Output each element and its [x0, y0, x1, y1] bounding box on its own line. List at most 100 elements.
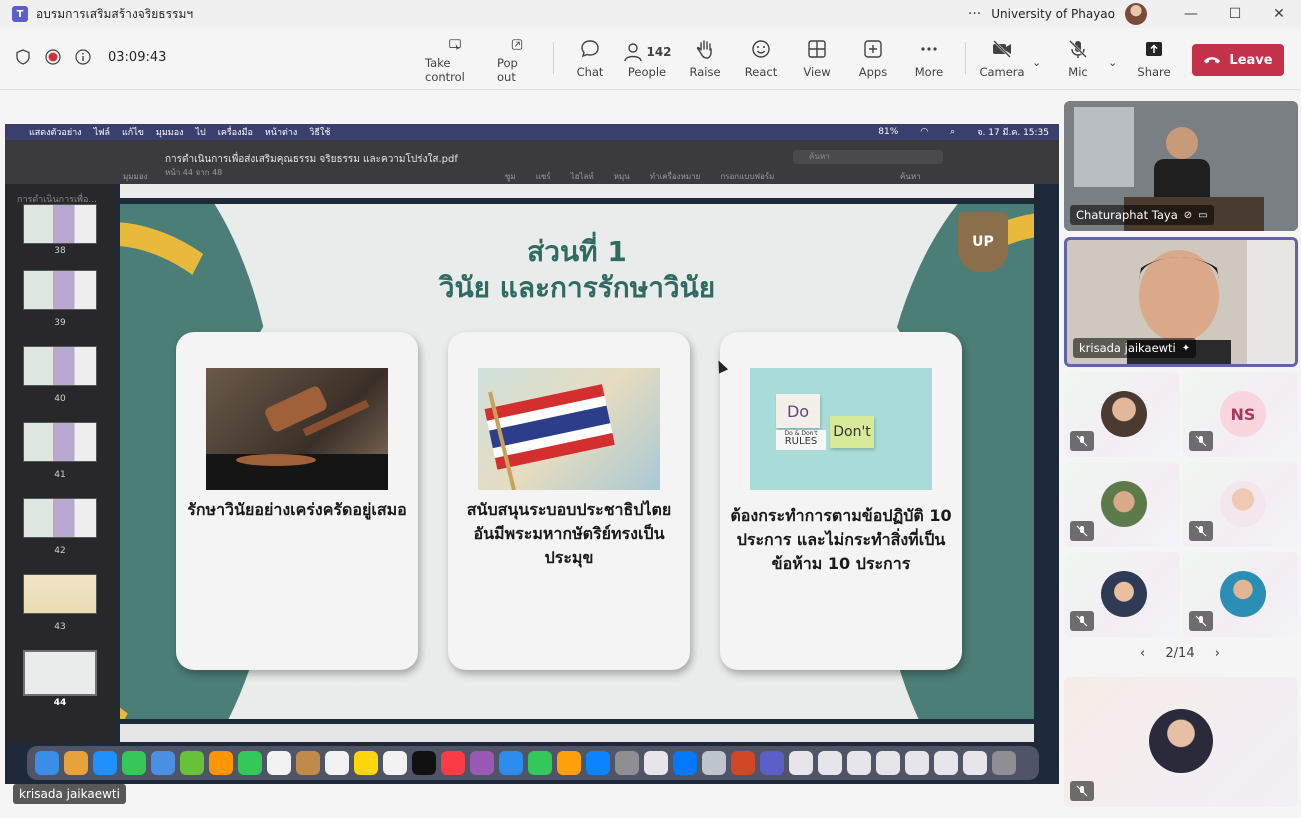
- chat-button[interactable]: Chat: [575, 38, 605, 84]
- settings-icon: [615, 751, 639, 775]
- shield-icon[interactable]: [14, 48, 32, 66]
- take-control-button[interactable]: Take control: [425, 38, 485, 84]
- pdf-tool-label: ทำเครื่องหมาย: [649, 172, 701, 181]
- shared-screen[interactable]: แสดงตัวอย่าง ไฟล์ แก้ไข มุมมอง ไป เครื่อ…: [5, 124, 1059, 784]
- mic-off-icon: [1070, 521, 1094, 541]
- wifi-icon: ◠: [920, 127, 929, 137]
- more-button[interactable]: More: [913, 38, 945, 84]
- participant-tile[interactable]: [1064, 462, 1180, 547]
- share-button[interactable]: Share: [1137, 38, 1171, 84]
- pop-out-button[interactable]: Pop out: [497, 38, 537, 84]
- card-text: ต้องกระทำการตามข้อปฏิบัติ 10 ประการ และไ…: [730, 506, 952, 573]
- document-icon: [847, 751, 871, 775]
- safari-icon: [93, 751, 117, 775]
- preview-icon: [644, 751, 668, 775]
- info-icon[interactable]: [74, 48, 92, 66]
- raise-hand-button[interactable]: Raise: [689, 38, 721, 84]
- mic-off-icon: [1070, 431, 1094, 451]
- participant-avatar: [1101, 391, 1147, 437]
- page-thumbnail: [23, 346, 97, 386]
- page-thumbnail: [23, 270, 97, 310]
- teams-icon: [760, 751, 784, 775]
- participant-name: krisada jaikaewti: [1079, 341, 1176, 355]
- camera-button[interactable]: Camera: [979, 38, 1025, 84]
- gallery-pager: ‹ 2/14 ›: [1140, 646, 1220, 661]
- mic-options-chevron-icon[interactable]: ⌄: [1108, 56, 1117, 69]
- contacts-icon: [296, 751, 320, 775]
- camera-off-icon: [993, 40, 1011, 58]
- take-control-icon: [449, 39, 461, 51]
- leave-label: Leave: [1229, 52, 1273, 68]
- people-button[interactable]: 142 People: [623, 38, 672, 84]
- self-view-tile[interactable]: [1064, 677, 1298, 807]
- reminders-icon: [325, 751, 349, 775]
- mac-menu-item: แก้ไข: [121, 128, 144, 138]
- slide-card: รักษาวินัยอย่างเคร่งครัดอยู่เสมอ: [176, 332, 418, 670]
- participant-tile[interactable]: [1183, 462, 1299, 547]
- mac-dock: [27, 746, 1039, 780]
- leave-button[interactable]: Leave: [1192, 44, 1284, 76]
- participant-initials-avatar: NS: [1220, 391, 1266, 437]
- previous-page-strip: [120, 184, 1034, 198]
- account-avatar[interactable]: [1125, 3, 1147, 25]
- react-label: React: [744, 65, 778, 79]
- org-name[interactable]: University of Phayao: [991, 7, 1115, 21]
- page-thumbnail-number: 41: [54, 470, 66, 480]
- pdf-tool-label: มุมมอง: [123, 172, 148, 181]
- page-thumbnail-number: 42: [54, 546, 66, 556]
- notes-icon: [354, 751, 378, 775]
- mac-clock: จ. 17 มี.ค. 15:35: [977, 128, 1049, 138]
- freeform-icon: [383, 751, 407, 775]
- teams-logo-icon: T: [12, 6, 28, 22]
- view-button[interactable]: View: [802, 38, 832, 84]
- participant-tile[interactable]: [1183, 552, 1299, 637]
- pdf-tool-label: แชร์: [535, 172, 551, 181]
- mac-menu-item: ไฟล์: [93, 128, 110, 138]
- mac-menu-item: มุมมอง: [155, 128, 184, 138]
- react-button[interactable]: React: [745, 38, 777, 84]
- battery-level: 81%: [878, 127, 899, 137]
- meeting-timer: 03:09:43: [108, 49, 167, 65]
- next-page-strip: [120, 724, 1034, 742]
- messages-icon: [122, 751, 146, 775]
- mic-off-icon: [1189, 431, 1213, 451]
- music-icon: [441, 751, 465, 775]
- document-icon: [789, 751, 813, 775]
- pdf-search-field: ค้นหา: [793, 150, 943, 164]
- people-label: People: [627, 65, 667, 79]
- apps-button[interactable]: Apps: [858, 38, 888, 84]
- screen-share-icon: ▭: [1198, 209, 1208, 221]
- previous-page-chevron-icon[interactable]: ‹: [1140, 646, 1145, 661]
- participant-name-tag: krisada jaikaewti ✦: [1073, 338, 1197, 358]
- slide-card: Do Don't Do & Don't RULES ต้องกระทำการตา…: [720, 332, 962, 670]
- participant-tile[interactable]: [1064, 372, 1180, 457]
- meeting-toolbar: 03:09:43 Take control Pop out Chat 142 P…: [0, 28, 1301, 90]
- do-dont-rules-image: Do Don't Do & Don't RULES: [750, 368, 932, 490]
- camera-options-chevron-icon[interactable]: ⌄: [1032, 56, 1041, 69]
- mic-button[interactable]: Mic: [1064, 38, 1092, 84]
- next-page-chevron-icon[interactable]: ›: [1215, 646, 1220, 661]
- more-options-icon[interactable]: ···: [968, 6, 981, 22]
- close-window-button[interactable]: ✕: [1257, 0, 1301, 28]
- minimize-button[interactable]: —: [1169, 0, 1213, 28]
- more-label: More: [914, 65, 944, 79]
- numbers-icon: [528, 751, 552, 775]
- recording-icon[interactable]: [44, 48, 62, 66]
- document-icon: [818, 751, 842, 775]
- participant-video-tile[interactable]: Chaturaphat Taya ⊘ ▭: [1064, 101, 1298, 231]
- calendar-icon: [267, 751, 291, 775]
- podcasts-icon: [470, 751, 494, 775]
- participant-tile[interactable]: NS: [1183, 372, 1299, 457]
- mic-off-icon: [1069, 40, 1087, 58]
- keynote-icon: [499, 751, 523, 775]
- participant-video-tile-active[interactable]: krisada jaikaewti ✦: [1064, 237, 1298, 367]
- gallery-page-indicator: 2/14: [1165, 646, 1195, 661]
- mic-off-icon: [1070, 781, 1094, 801]
- maximize-button[interactable]: ☐: [1213, 0, 1257, 28]
- tv-icon: [412, 751, 436, 775]
- self-avatar: [1149, 709, 1213, 773]
- rules-note: Do & Don't RULES: [776, 430, 826, 450]
- participant-tile[interactable]: [1064, 552, 1180, 637]
- pdf-tool-label: กรอกแบบฟอร์ม: [720, 172, 775, 181]
- page-thumbnail: [23, 422, 97, 462]
